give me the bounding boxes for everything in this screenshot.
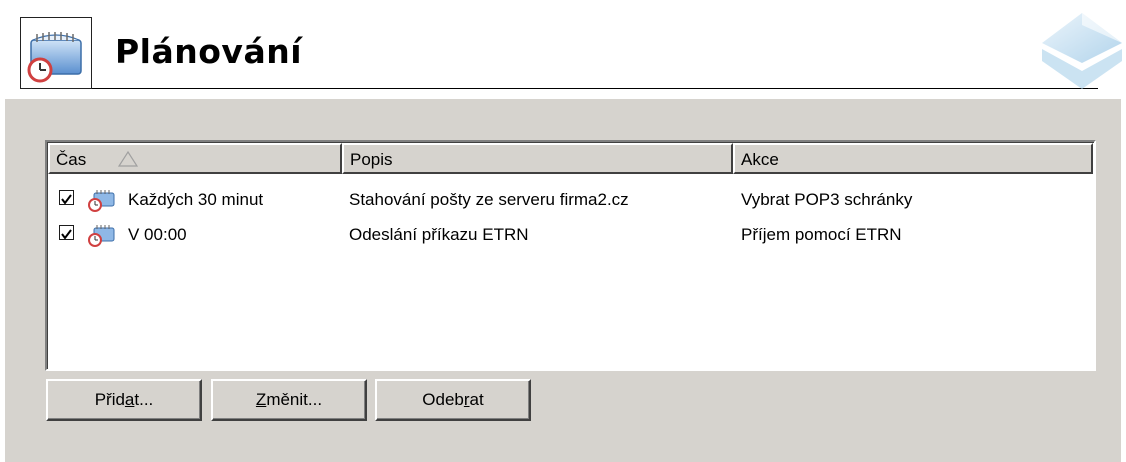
add-button[interactable]: Přidat... bbox=[46, 379, 202, 421]
row-action: Vybrat POP3 schránky bbox=[741, 190, 913, 209]
checkmark-icon bbox=[61, 229, 72, 240]
row-time: V 00:00 bbox=[128, 225, 187, 244]
column-header-description[interactable]: Popis bbox=[342, 143, 733, 174]
checkmark-icon bbox=[61, 194, 72, 205]
list-header: Čas Popis Akce bbox=[48, 143, 1093, 174]
row-enabled-checkbox[interactable] bbox=[59, 225, 74, 240]
sort-ascending-icon bbox=[118, 151, 138, 167]
row-description: Stahování pošty ze serveru firma2.cz bbox=[349, 190, 629, 209]
column-header-time[interactable]: Čas bbox=[48, 143, 342, 174]
table-row[interactable]: V 00:00 Odeslání příkazu ETRN Příjem pom… bbox=[48, 221, 1093, 249]
header: Plánování bbox=[0, 0, 1126, 97]
scheduled-event-icon bbox=[88, 225, 115, 247]
table-row[interactable]: Každých 30 minut Stahování pošty ze serv… bbox=[48, 186, 1093, 214]
schedule-list[interactable]: Čas Popis Akce Každých 30 minut Stahován… bbox=[45, 140, 1096, 371]
column-header-action[interactable]: Akce bbox=[733, 143, 1093, 174]
row-action: Příjem pomocí ETRN bbox=[741, 225, 902, 244]
remove-button[interactable]: Odebrat bbox=[375, 379, 531, 421]
schedule-panel: Čas Popis Akce Každých 30 minut Stahován… bbox=[5, 99, 1121, 462]
scheduled-event-icon bbox=[88, 190, 115, 212]
row-time: Každých 30 minut bbox=[128, 190, 264, 209]
row-enabled-checkbox[interactable] bbox=[59, 190, 74, 205]
row-description: Odeslání příkazu ETRN bbox=[349, 225, 529, 244]
edit-button[interactable]: Změnit... bbox=[211, 379, 367, 421]
calendar-clock-icon bbox=[20, 17, 92, 89]
blue-diamond-logo bbox=[1038, 5, 1126, 95]
header-divider bbox=[92, 88, 1098, 89]
page-title: Plánování bbox=[115, 32, 303, 71]
